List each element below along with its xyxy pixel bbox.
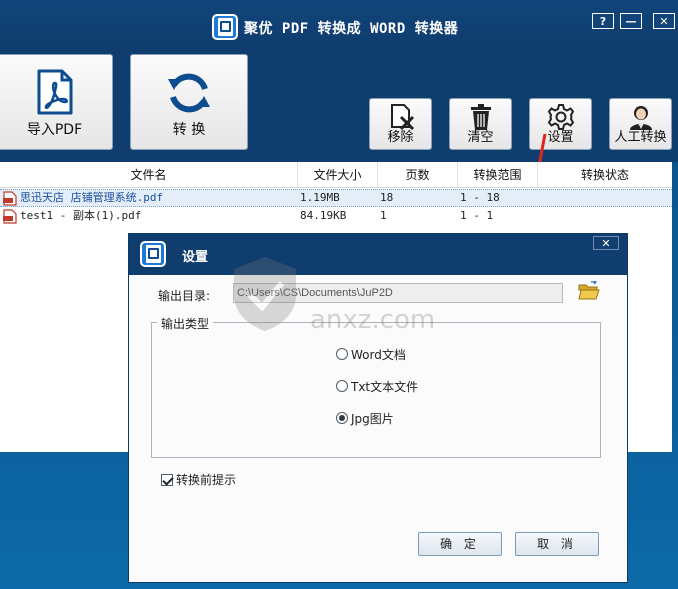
radio-txt[interactable]: Txt文本文件 <box>336 378 418 394</box>
person-icon <box>629 106 652 130</box>
radio-txt-label: Txt文本文件 <box>351 379 419 394</box>
table-row[interactable]: test1 - 副本(1).pdf 84.19KB 1 1 - 1 <box>0 208 672 226</box>
row-range: 1 - 18 <box>460 191 500 204</box>
table-header: 文件名 文件大小 页数 转换范围 转换状态 <box>0 162 672 188</box>
dialog-body: 输出目录: C:\Users\CS\Documents\JuP2D 输出类型 W… <box>129 275 627 582</box>
import-pdf-button[interactable]: 导入PDF <box>0 54 113 150</box>
main-title-bar: 聚优 PDF 转换成 WORD 转换器 ? — ✕ <box>0 0 678 46</box>
row-size: 1.19MB <box>300 191 340 204</box>
trash-icon <box>470 104 491 130</box>
radio-word-control[interactable] <box>336 348 348 360</box>
radio-word[interactable]: Word文档 <box>336 346 406 362</box>
row-filename: 思迅天店 店铺管理系统.pdf <box>20 191 164 204</box>
pdf-file-icon <box>3 191 17 206</box>
folder-open-icon[interactable] <box>578 281 600 301</box>
ok-button[interactable]: 确 定 <box>418 532 502 556</box>
dialog-title: 设置 <box>182 250 209 265</box>
refresh-icon <box>168 73 210 113</box>
row-filename: test1 - 副本(1).pdf <box>20 209 142 222</box>
radio-jpg-label: Jpg图片 <box>351 411 394 426</box>
clear-button[interactable]: 清空 <box>449 98 512 150</box>
radio-word-label: Word文档 <box>351 347 406 362</box>
radio-txt-control[interactable] <box>336 380 348 392</box>
radio-jpg-control[interactable] <box>336 412 348 424</box>
radio-jpg[interactable]: Jpg图片 <box>336 410 394 426</box>
help-button[interactable]: ? <box>592 13 614 29</box>
manual-convert-button[interactable]: 人工转换 <box>609 98 672 150</box>
output-type-legend: 输出类型 <box>157 315 214 332</box>
dialog-close-button[interactable]: ✕ <box>593 236 619 250</box>
window-title: 聚优 PDF 转换成 WORD 转换器 <box>244 21 459 37</box>
import-pdf-label: 导入PDF <box>26 122 83 138</box>
settings-dialog: 设置 ✕ 输出目录: C:\Users\CS\Documents\JuP2D 输… <box>128 233 628 583</box>
app-logo-icon <box>140 241 166 267</box>
convert-label: 转 换 <box>172 122 206 138</box>
column-header-pages[interactable]: 页数 <box>378 162 458 188</box>
column-header-size[interactable]: 文件大小 <box>298 162 378 188</box>
gear-icon <box>547 104 574 130</box>
convert-button[interactable]: 转 换 <box>130 54 248 150</box>
remove-file-icon <box>390 104 414 131</box>
pdf-file-icon <box>37 69 72 115</box>
app-logo-icon <box>212 14 238 40</box>
row-pages: 18 <box>380 191 394 204</box>
prompt-checkbox[interactable] <box>161 473 173 486</box>
prompt-before-convert[interactable]: 转换前提示 <box>161 471 236 488</box>
output-dir-label: 输出目录: <box>158 289 211 303</box>
pdf-file-icon <box>3 209 17 224</box>
row-pages: 1 <box>380 209 387 222</box>
output-dir-field[interactable]: C:\Users\CS\Documents\JuP2D <box>233 283 563 303</box>
row-size: 84.19KB <box>300 209 347 222</box>
prompt-label: 转换前提示 <box>176 473 237 487</box>
minimize-button[interactable]: — <box>620 13 642 29</box>
column-header-status[interactable]: 转换状态 <box>538 162 672 188</box>
toolbar: 导入PDF 转 换 移除 清空 设置 人工转换 <box>0 46 678 162</box>
remove-button[interactable]: 移除 <box>369 98 432 150</box>
column-header-filename[interactable]: 文件名 <box>0 162 298 188</box>
dialog-title-bar: 设置 ✕ <box>129 234 627 275</box>
row-range: 1 - 1 <box>460 209 494 222</box>
column-header-range[interactable]: 转换范围 <box>458 162 538 188</box>
close-button[interactable]: ✕ <box>653 13 675 29</box>
table-row[interactable]: 思迅天店 店铺管理系统.pdf 1.19MB 18 1 - 18 <box>0 189 672 207</box>
settings-button[interactable]: 设置 <box>529 98 592 150</box>
cancel-button[interactable]: 取 消 <box>515 532 599 556</box>
